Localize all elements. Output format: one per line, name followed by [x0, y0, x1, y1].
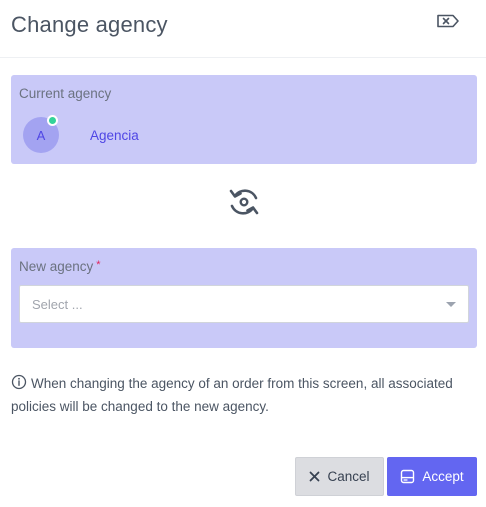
- status-indicator: [47, 115, 58, 126]
- current-agency-link[interactable]: Agencia: [90, 128, 139, 143]
- dialog-title: Change agency: [11, 12, 168, 37]
- new-agency-select[interactable]: Select ...: [19, 285, 469, 323]
- chevron-down-icon: [446, 302, 456, 307]
- rotate-swap-icon: [226, 184, 262, 220]
- info-message: When changing the agency of an order fro…: [11, 376, 453, 414]
- close-button[interactable]: [436, 14, 460, 32]
- cancel-label: Cancel: [327, 469, 370, 484]
- accept-button[interactable]: Accept: [387, 457, 477, 496]
- new-agency-label: New agency *: [19, 259, 101, 274]
- avatar-initial: A: [36, 127, 46, 143]
- accept-label: Accept: [422, 469, 464, 484]
- x-icon: [309, 471, 320, 482]
- save-disk-icon: [400, 469, 415, 484]
- close-tag-icon: [436, 14, 460, 33]
- current-agency-label: Current agency: [19, 86, 112, 101]
- select-placeholder: Select ...: [32, 297, 83, 312]
- cancel-button[interactable]: Cancel: [295, 457, 384, 496]
- new-agency-panel: New agency * Select ...: [11, 248, 477, 348]
- required-marker: *: [96, 259, 101, 271]
- new-agency-label-text: New agency: [19, 259, 94, 274]
- current-agency-panel: Current agency A Agencia: [11, 75, 477, 164]
- dialog-header: Change agency: [0, 0, 486, 58]
